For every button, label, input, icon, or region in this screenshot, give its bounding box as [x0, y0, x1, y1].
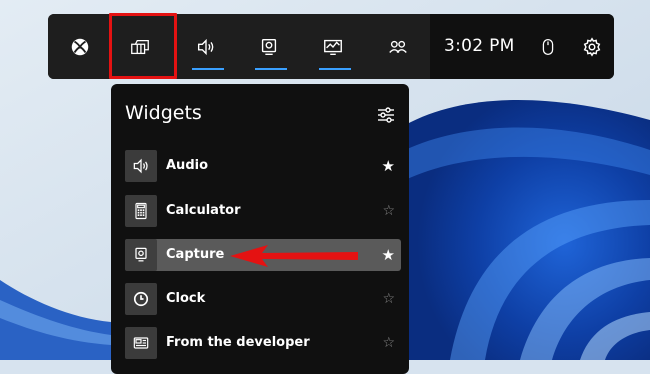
- widget-item-audio[interactable]: Audio ★: [125, 150, 401, 182]
- widgets-panel: Widgets Audio ★ Calculator ☆ Capture ★ C…: [111, 84, 409, 374]
- favorite-star-icon[interactable]: ☆: [382, 327, 395, 359]
- widget-item-calculator[interactable]: Calculator ☆: [125, 195, 401, 227]
- favorite-star-icon[interactable]: ★: [382, 239, 395, 271]
- mouse-icon: [542, 38, 554, 55]
- widget-item-label: Capture: [166, 247, 225, 262]
- mouse-settings-button[interactable]: [524, 14, 572, 79]
- xbox-logo-icon: [71, 38, 89, 55]
- annotation-arrow: [230, 245, 358, 267]
- xbox-button[interactable]: [52, 14, 108, 79]
- developer-icon: [133, 337, 149, 349]
- widget-item-label: From the developer: [166, 335, 310, 350]
- performance-icon: [324, 39, 342, 55]
- panel-title: Widgets: [125, 102, 202, 124]
- widget-item-from-the-developer[interactable]: From the developer ☆: [125, 327, 401, 359]
- widget-item-label: Clock: [166, 291, 206, 306]
- speaker-icon: [197, 38, 214, 55]
- calculator-icon: [135, 202, 147, 220]
- social-button[interactable]: [370, 14, 426, 79]
- widget-icon-tile: [125, 195, 157, 227]
- highlight-box: [109, 13, 177, 79]
- capture-icon: [261, 38, 277, 55]
- widget-icon-tile: [125, 239, 157, 271]
- pinned-indicator: [319, 68, 351, 70]
- favorite-star-icon[interactable]: ★: [382, 150, 395, 182]
- pinned-indicator: [255, 68, 287, 70]
- gear-icon: [583, 36, 601, 57]
- widget-item-clock[interactable]: Clock ☆: [125, 283, 401, 315]
- widget-icon-tile: [125, 283, 157, 315]
- widget-icon-tile: [125, 327, 157, 359]
- widget-icon-tile: [125, 150, 157, 182]
- capture-button[interactable]: [241, 14, 297, 79]
- clock-time: 3:02 PM: [444, 36, 515, 56]
- widget-item-label: Audio: [166, 158, 209, 173]
- clock-icon: [133, 291, 149, 307]
- speaker-icon: [133, 158, 148, 174]
- favorite-star-icon[interactable]: ☆: [382, 283, 395, 315]
- favorite-star-icon[interactable]: ☆: [382, 195, 395, 227]
- settings-button[interactable]: [568, 14, 614, 79]
- performance-button[interactable]: [305, 14, 361, 79]
- social-icon: [389, 40, 407, 53]
- sliders-icon[interactable]: [376, 105, 396, 125]
- pinned-indicator: [192, 68, 224, 70]
- audio-button[interactable]: [178, 14, 234, 79]
- widget-item-label: Calculator: [166, 203, 241, 218]
- capture-icon: [135, 247, 147, 262]
